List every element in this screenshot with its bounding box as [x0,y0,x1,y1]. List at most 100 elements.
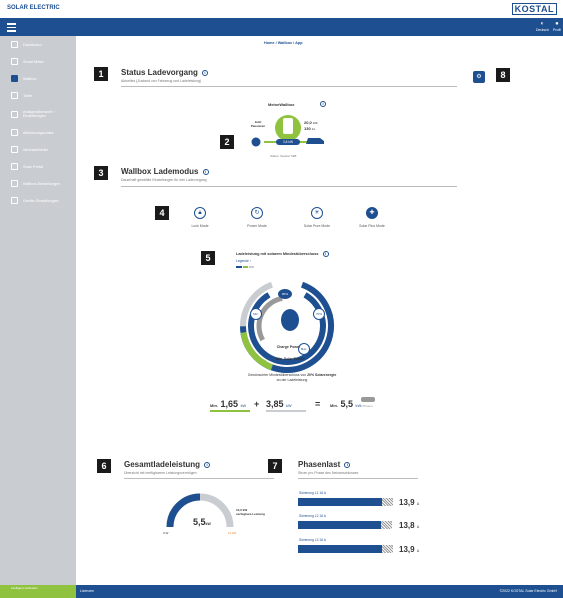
pause-label[interactable]: Jetzt Pausieren [248,120,268,128]
total-gauge [166,493,234,528]
gauge-min: 0 W [163,531,169,535]
inverter-icon [11,146,18,153]
settings-gear-icon[interactable]: ⚙ [473,71,485,83]
sidebar-item-label: Anlagenübersicht / Einstellungen [23,110,55,118]
car-small-icon [361,397,375,402]
lock-icon: 🔒︎ [194,207,206,219]
available-power: 10,0 kW verfügbare Leistung [236,508,265,516]
plant-icon [11,110,18,118]
car-icon [306,138,324,144]
portal-icon [11,163,18,170]
sun-icon: ☀ [311,207,323,219]
marker-2: 2 [220,135,234,149]
nav-bar: ◐ Deutsch ● Profil [0,18,563,36]
plug-status: Status: Stecker 5kB [270,154,297,158]
kostal-logo[interactable]: KOSTAL [511,3,557,15]
phase-l1-reserve [382,498,394,506]
licenses-link[interactable]: Lizenzen [80,589,94,593]
phase-l1-bar [298,498,383,506]
divider [298,478,418,479]
sum-c-label: Min. [330,403,338,408]
sidebar-item-dashboard[interactable]: Dashboard [0,36,76,53]
desc-bold: 20% Solarenergie [307,373,337,377]
copyright: ©2022 KOSTAL Solar Electric GmbH [499,589,557,593]
wallbox-center-icon [281,309,299,331]
phase-unit: A [416,525,420,529]
divider [121,86,457,87]
sidebar-item-device-settings[interactable]: Geräte-Einstellungen [0,192,76,209]
sum-a-unit: kW [240,404,247,408]
marker-1: 1 [94,67,108,81]
lock-mode-button[interactable]: 🔒︎ Lock Mode [180,207,220,228]
min-solar-label: Min. Solar Power [275,357,305,361]
marker-5: 5 [201,251,215,265]
sidebar-item-anlagen[interactable]: Anlagenübersicht / Einstellungen [0,104,76,124]
marker-8: 8 [496,68,510,82]
phase-l1-value: 13,9 A [399,498,419,507]
device-info-icon[interactable]: i [320,101,326,107]
sidebar-item-label: Smart Meter [23,59,44,64]
wallbox-settings-icon [11,180,18,187]
phase-max: 16 A [319,538,326,542]
solar-plus-icon: ✚ [366,207,378,219]
info-icon[interactable]: i [322,251,329,257]
sidebar-item-label: Dashboard [23,42,42,47]
info-icon[interactable]: i [344,461,351,468]
info-icon[interactable]: i [202,168,209,175]
device-name: MeineWallbox [268,102,295,107]
solar-plus-mode-button[interactable]: ✚ Solar Plus Mode [352,207,392,228]
solar-pure-mode-button[interactable]: ☀ Solar Pure Mode [297,207,337,228]
phase-label: Sicherung L1 [299,491,319,495]
phase-l2-label: Sicherung L2 16 A [299,514,326,518]
range-unit: km [311,128,316,131]
plus-sign: + [254,399,260,409]
legend-swatches [236,266,254,268]
brand-name: SOLAR ELECTRIC [7,5,60,11]
language-label: Deutsch [536,28,549,32]
phase-title-text: Phasenlast [298,460,341,469]
phase-l1-label: Sicherung L1 16 A [299,491,326,495]
total-title-text: Gesamtladeleistung [124,460,201,469]
legend-link[interactable]: Legende › [236,259,251,263]
mode-label: Lock Mode [191,224,209,228]
mode-subtitle: Dauerhaft gewählte Einstellungen für den… [121,178,207,182]
language-switch[interactable]: ◐ Deutsch [536,20,549,32]
marker-3: 3 [94,166,108,180]
sidebar-item-wechselrichter[interactable]: Wechselrichter [0,141,76,158]
desc-part2: an der Ladeleistung [276,378,308,382]
power-mode-button[interactable]: ↻ Power Mode [237,207,277,228]
sum-min-solar: Min. 1,65 kW [210,399,246,409]
sidebar-item-aktivierungscodes[interactable]: Aktivierungscodes [0,124,76,141]
sidebar-item-wallbox[interactable]: Wallbox [0,70,76,87]
phase-max: 16 A [319,491,326,495]
phase-l2-reserve [381,521,393,529]
phase-max: 16 A [319,514,326,518]
info-icon[interactable]: i [201,69,208,76]
sum-c-value: 5,5 [340,399,354,409]
sidebar-item-wallbox-settings[interactable]: Wallbox-Einstellungen [0,175,76,192]
energy-value: 20,0 kWh [304,120,318,125]
brand-slogan: intelligent verbinden [0,585,76,598]
ring-right-badge: 70% [313,308,325,320]
power-value: 3,8 kW [282,140,294,144]
sidebar-item-label: Solar Portal [23,164,43,169]
range-value: 130 km [304,126,315,131]
sidebar-item-smart-meter[interactable]: Smart Meter [0,53,76,70]
meter-icon [11,58,18,65]
sum-grid: 3,85 kW [266,399,292,409]
wallbox-device-icon [283,118,293,134]
wallbox-icon [11,75,18,82]
profile-button[interactable]: ● Profil [553,20,561,32]
sidebar-item-label: Wallbox-Einstellungen [23,181,61,186]
breadcrumb[interactable]: Home / Wallbox / App [264,41,303,45]
phase-l3-value: 13,9 A [399,545,419,554]
menu-icon[interactable] [7,23,16,34]
sidebar-item-solar-portal[interactable]: Solar Portal [0,158,76,175]
phase-l2-bar [298,521,382,529]
sidebar-item-label: Wallbox [23,76,37,81]
info-icon[interactable]: i [204,461,211,468]
total-unit: kW [205,522,211,526]
mode-title-text: Wallbox Lademodus [121,167,199,176]
sidebar-item-tarife[interactable]: Tarife [0,87,76,104]
marker-6: 6 [97,459,111,473]
